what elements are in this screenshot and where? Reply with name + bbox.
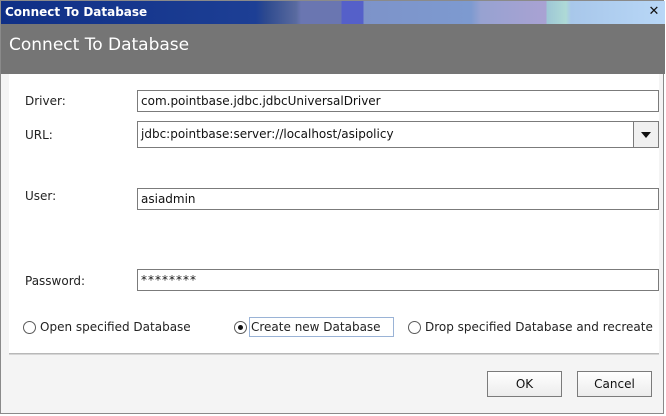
driver-label: Driver: <box>25 94 66 108</box>
window-title: Connect To Database <box>5 5 148 19</box>
cancel-button[interactable]: Cancel <box>577 371 652 397</box>
chevron-down-icon <box>641 132 651 138</box>
dialog-button-bar: OK Cancel <box>9 354 659 408</box>
radio-button[interactable] <box>408 321 421 334</box>
radio-label: Create new Database <box>251 320 381 334</box>
user-field[interactable]: asiadmin <box>137 188 659 210</box>
password-field[interactable]: ******** <box>137 269 659 291</box>
dialog-header: Connect To Database <box>1 24 665 74</box>
radio-label: Open specified Database <box>40 320 191 334</box>
url-combobox[interactable]: jdbc:pointbase:server://localhost/asipol… <box>137 121 659 148</box>
radio-label: Drop specified Database and recreate <box>425 320 653 334</box>
password-label: Password: <box>25 274 86 288</box>
user-label: User: <box>25 189 57 203</box>
ok-button[interactable]: OK <box>487 371 562 397</box>
url-field[interactable]: jdbc:pointbase:server://localhost/asipol… <box>141 127 394 141</box>
url-label: URL: <box>25 128 53 142</box>
close-icon[interactable]: ✕ <box>647 5 661 19</box>
radio-button[interactable] <box>23 321 36 334</box>
connect-database-dialog: Connect To Database ✕ Connect To Databas… <box>0 0 665 414</box>
title-bar[interactable]: Connect To Database ✕ <box>1 1 665 24</box>
connection-form: Driver: com.pointbase.jdbc.jdbcUniversal… <box>9 74 659 354</box>
radio-selected-dot <box>238 325 243 330</box>
page-title: Connect To Database <box>9 35 190 55</box>
radio-button[interactable] <box>234 321 247 334</box>
url-dropdown-button[interactable] <box>633 122 658 147</box>
driver-field[interactable]: com.pointbase.jdbc.jdbcUniversalDriver <box>137 90 659 112</box>
